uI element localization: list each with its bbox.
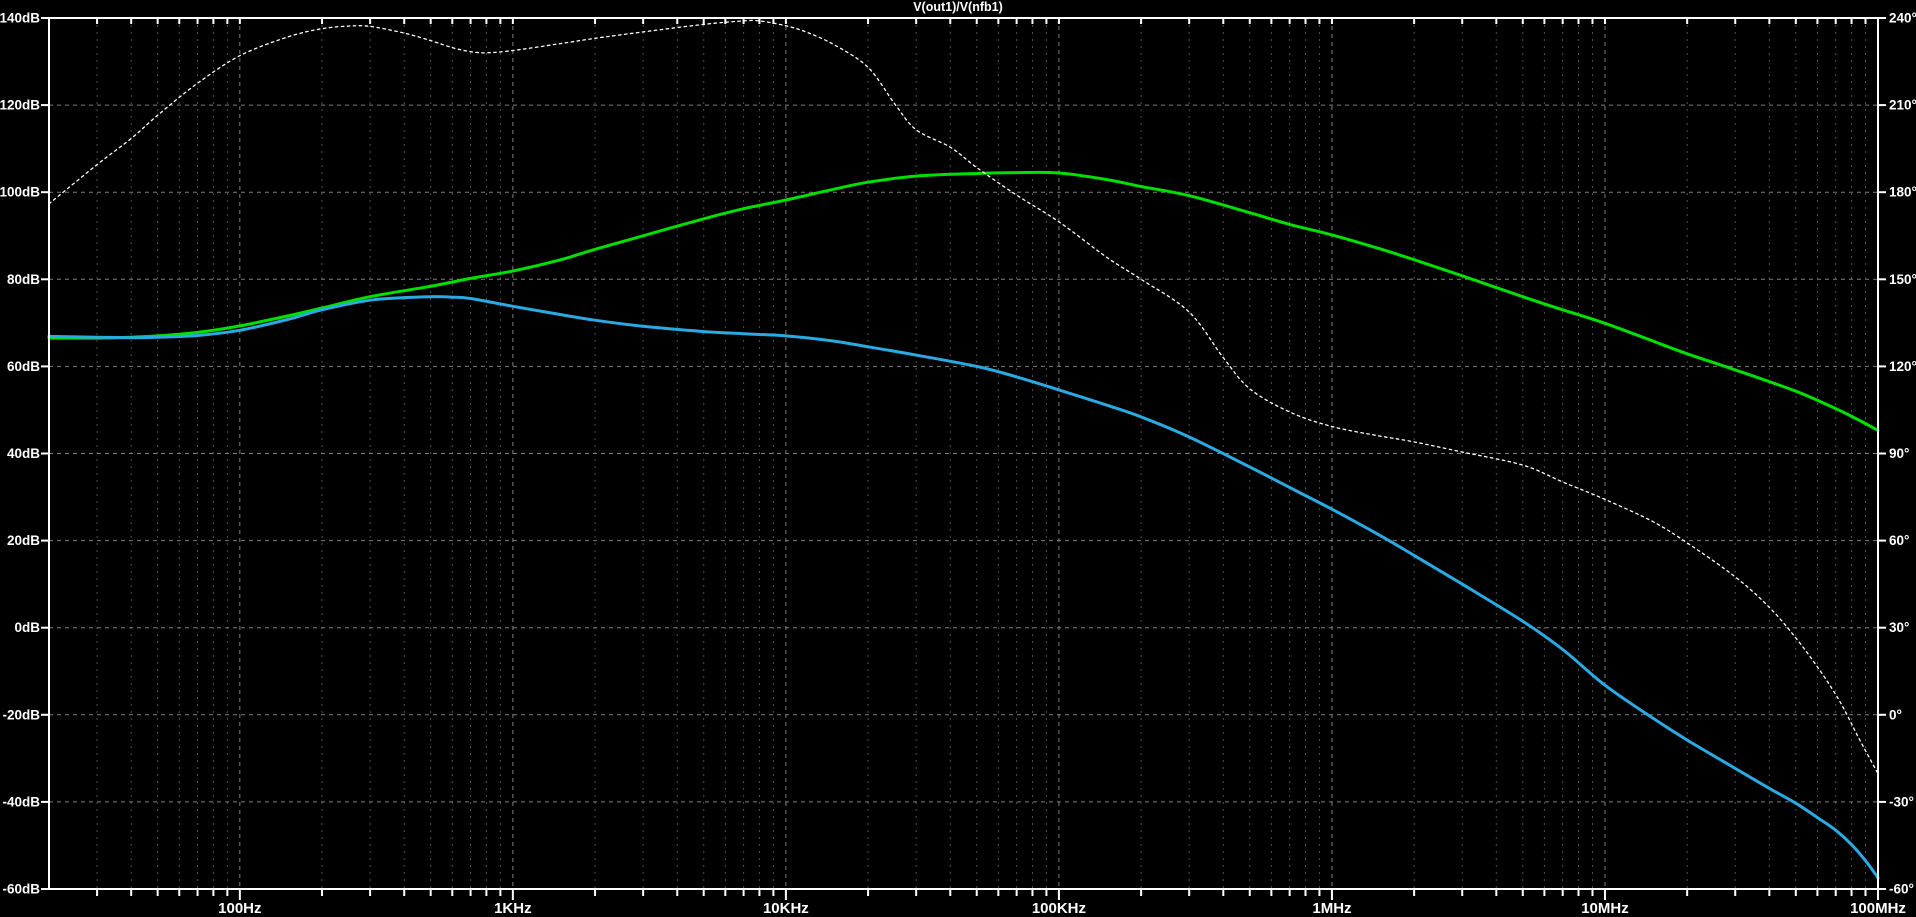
y-left-tick-label: 80dB — [7, 272, 40, 287]
y-left-tick-label: 100dB — [0, 185, 40, 200]
y-left-tick-label: 60dB — [7, 359, 40, 374]
y-right-tick-label: -60° — [1889, 882, 1914, 897]
y-right-tick-label: 240° — [1889, 11, 1916, 26]
y-left-tick-label: 0dB — [14, 620, 40, 635]
y-right-tick-label: -30° — [1889, 794, 1914, 809]
y-left-tick-label: 120dB — [0, 98, 40, 113]
white-dotted-phase — [48, 19, 1879, 775]
y-left-tick-label: -20dB — [2, 707, 40, 722]
y-right-tick-label: 90° — [1889, 446, 1909, 461]
y-left-tick-label: -40dB — [2, 794, 40, 809]
green-solid-magnitude — [47, 170, 1880, 432]
bode-plot-canvas[interactable]: 140dB 120dB 100dB 80dB 60dB 40dB 20dB 0dB -20dB -… — [0, 0, 1916, 917]
y-left-tick-label: 40dB — [7, 446, 40, 461]
y-right-tick-label: 210° — [1889, 98, 1916, 113]
x-tick-label: 1MHz — [1312, 900, 1351, 917]
ltspice-plot-pane: V(out1)/V(nfb1) 140dB 120dB 100dB 80dB 60dB 4… — [0, 0, 1916, 917]
y-right-tick-label: 0° — [1889, 707, 1902, 722]
x-tick-label: 1KHz — [494, 900, 532, 917]
blue-solid-magnitude — [47, 295, 1880, 880]
y-left-tick-label: -60dB — [2, 882, 40, 897]
x-tick-label: 10KHz — [763, 900, 809, 917]
y-right-tick-label: 60° — [1889, 533, 1909, 548]
x-tick-label: 100KHz — [1032, 900, 1086, 917]
y-right-tick-label: 120° — [1889, 359, 1916, 374]
y-left-tick-label: 20dB — [7, 533, 40, 548]
x-tick-label: 100Hz — [218, 900, 261, 917]
axis-labels: 140dB 120dB 100dB 80dB 60dB 40dB 20dB 0dB -20dB -… — [0, 11, 1916, 917]
y-right-tick-label: 180° — [1889, 185, 1916, 200]
axis-ticks — [41, 17, 1886, 900]
x-tick-label: 100MHz — [1850, 900, 1906, 917]
y-right-tick-label: 150° — [1889, 272, 1916, 287]
y-right-tick-label: 30° — [1889, 620, 1909, 635]
traces — [47, 19, 1880, 880]
x-tick-label: 10MHz — [1581, 900, 1629, 917]
gridlines — [49, 18, 1878, 889]
y-left-tick-label: 140dB — [0, 11, 40, 26]
